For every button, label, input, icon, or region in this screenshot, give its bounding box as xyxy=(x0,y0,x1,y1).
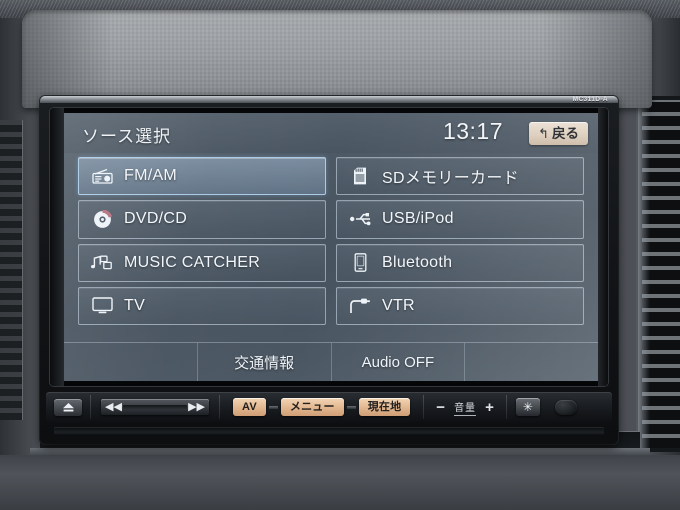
source-button-usb-ipod[interactable]: USB/iPod xyxy=(336,200,584,239)
eject-button[interactable] xyxy=(54,398,82,416)
menu-button[interactable]: メニュー xyxy=(280,398,344,416)
source-label: VTR xyxy=(382,296,415,314)
tab-audio-off[interactable]: Audio OFF xyxy=(332,343,466,381)
source-button-vtr[interactable]: VTR xyxy=(336,286,584,325)
car-dashboard: MC311D-A ソース選択 13:17 ↰ 戻る FM/AM SDメモリーカー… xyxy=(0,0,680,510)
model-label: MC311D-A xyxy=(572,95,608,103)
usb-icon xyxy=(349,208,371,230)
next-track-icon[interactable]: ▶▶ xyxy=(188,401,205,413)
display-brightness-button[interactable]: ✳ xyxy=(515,398,540,416)
source-button-grid: FM/AM SDメモリーカード DVD/CD USB/iPod MUSIC CA… xyxy=(78,157,584,325)
button-link-bar xyxy=(268,405,278,409)
current-location-button[interactable]: 現在地 xyxy=(358,398,411,416)
tab-traffic-info[interactable]: 交通情報 xyxy=(198,343,332,381)
volume-up-button[interactable]: + xyxy=(485,400,494,415)
disc-icon xyxy=(91,208,113,230)
button-link-bar xyxy=(346,405,356,409)
source-button-music-catcher[interactable]: MUSIC CATCHER xyxy=(78,243,326,282)
hardware-button-bar: ◀◀ ▶▶ AV メニュー 現在地 − 音量 + ✳ xyxy=(46,392,612,422)
av-button[interactable]: AV xyxy=(233,398,266,416)
fascia-right-shadow xyxy=(542,10,652,108)
source-label: USB/iPod xyxy=(382,210,454,228)
tab-blank-left xyxy=(64,343,198,381)
brightness-icon: ✳ xyxy=(522,400,533,414)
source-button-tv[interactable]: TV xyxy=(78,286,326,325)
seek-rocker[interactable]: ◀◀ ▶▶ xyxy=(101,399,209,415)
car-navigation-head-unit: MC311D-A ソース選択 13:17 ↰ 戻る FM/AM SDメモリーカー… xyxy=(40,96,618,444)
track-seek-group: ◀◀ ▶▶ xyxy=(91,392,219,422)
source-button-bluetooth[interactable]: Bluetooth xyxy=(336,243,584,282)
vent-gloss xyxy=(638,96,650,452)
menu-button-label: メニュー xyxy=(289,400,335,413)
power-knob[interactable] xyxy=(554,399,577,415)
seek-rocker-center xyxy=(123,405,187,410)
right-air-vent xyxy=(636,96,680,452)
source-label: DVD/CD xyxy=(124,210,188,228)
sd-card-icon xyxy=(349,165,371,187)
av-button-label: AV xyxy=(242,400,257,413)
source-button-dvd-cd[interactable]: DVD/CD xyxy=(78,200,326,239)
music-note-icon xyxy=(91,252,113,274)
screen-bezel: ソース選択 13:17 ↰ 戻る FM/AM SDメモリーカード DVD/CD … xyxy=(50,108,608,386)
volume-control-group: − 音量 + xyxy=(424,392,506,422)
page-title: ソース選択 xyxy=(82,127,172,146)
volume-label: 音量 xyxy=(454,399,477,416)
lower-console-panel xyxy=(0,455,680,510)
display-group: ✳ xyxy=(507,392,577,422)
source-label: MUSIC CATCHER xyxy=(124,253,261,271)
dashboard-fascia-panel xyxy=(22,10,652,108)
clock-display: 13:17 xyxy=(442,118,503,144)
source-button-fm-am[interactable]: FM/AM xyxy=(78,157,326,196)
source-label: SDメモリーカード xyxy=(382,170,519,188)
radio-icon xyxy=(91,165,113,187)
monitor-icon xyxy=(91,295,113,317)
lcd-screen: ソース選択 13:17 ↰ 戻る FM/AM SDメモリーカード DVD/CD … xyxy=(64,113,598,381)
source-label: TV xyxy=(124,296,146,314)
source-label: Bluetooth xyxy=(382,253,453,271)
back-button-label: 戻る xyxy=(552,125,579,141)
tab-blank-right xyxy=(465,343,598,381)
screen-title-bar: ソース選択 13:17 ↰ 戻る xyxy=(64,113,598,153)
current-location-label: 現在地 xyxy=(367,400,402,413)
volume-down-button[interactable]: − xyxy=(436,400,445,415)
bottom-tab-strip: 交通情報 Audio OFF xyxy=(64,342,598,381)
eject-group xyxy=(46,392,90,422)
return-arrow-icon: ↰ xyxy=(538,126,549,141)
source-button-sd-memory[interactable]: SDメモリーカード xyxy=(336,157,584,196)
left-air-vent xyxy=(0,120,23,420)
mode-button-group: AV メニュー 現在地 xyxy=(220,392,423,422)
fascia-left-shadow xyxy=(22,10,112,108)
disc-insert-slot[interactable] xyxy=(54,427,604,436)
bezel-right-edge xyxy=(598,108,608,386)
phone-icon xyxy=(349,252,371,274)
bezel-left-edge xyxy=(50,108,64,386)
eject-icon xyxy=(62,402,74,411)
back-button[interactable]: ↰ 戻る xyxy=(529,122,588,145)
plug-icon xyxy=(349,295,371,317)
previous-track-icon[interactable]: ◀◀ xyxy=(105,401,122,413)
source-label: FM/AM xyxy=(124,167,178,185)
head-unit-chrome-strip: MC311D-A xyxy=(40,96,618,103)
